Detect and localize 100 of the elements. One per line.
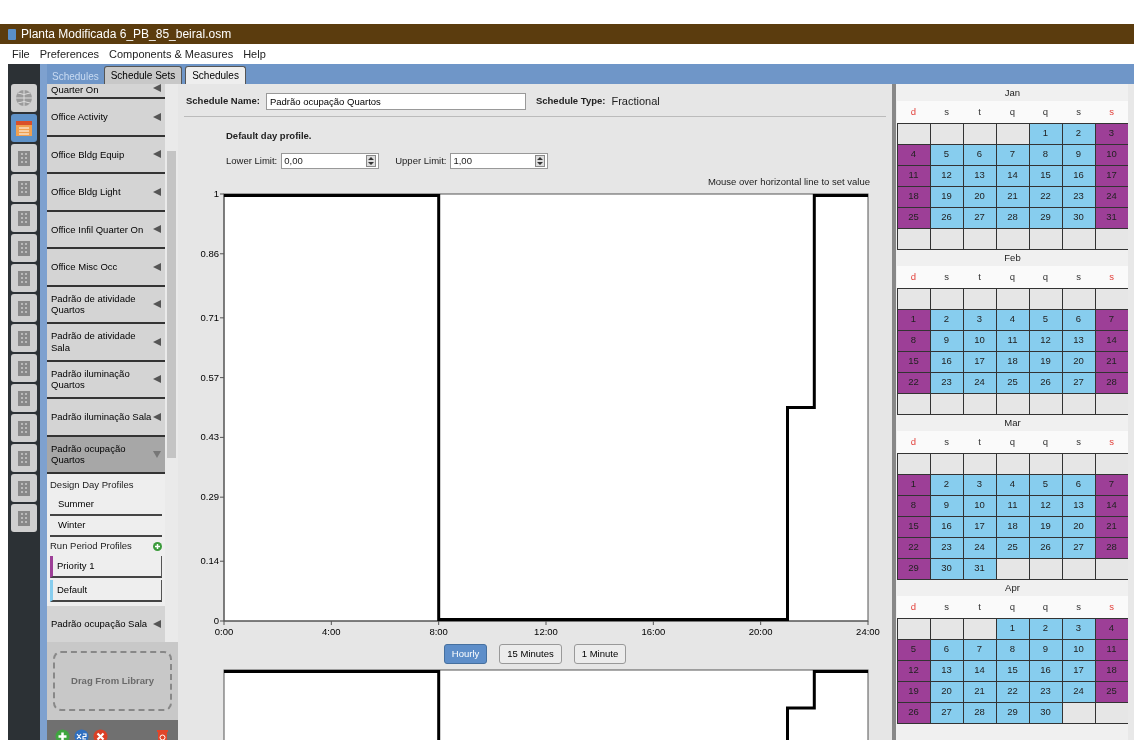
section-title: Design Day Profiles xyxy=(50,478,135,493)
upper-limit-field[interactable]: 1,00 xyxy=(450,153,549,170)
section-title: Run Period Profiles xyxy=(50,539,132,554)
weekday-label: t xyxy=(977,105,982,119)
resolution-button[interactable]: 15 Minutes xyxy=(499,643,562,664)
building-icon xyxy=(15,419,33,437)
weekday-label: s xyxy=(1108,270,1115,284)
weekday-label: t xyxy=(977,600,982,614)
schedule-name-field[interactable]: Padrão ocupação Quartos xyxy=(265,93,526,110)
schedule-item[interactable]: Padrão ocupação Sala xyxy=(47,606,165,642)
building-icon xyxy=(15,179,33,197)
building-icon xyxy=(15,209,33,227)
sidebar-tab[interactable] xyxy=(11,474,37,502)
weekday-label: s xyxy=(1075,270,1082,284)
sidebar-tab[interactable] xyxy=(11,324,37,352)
schedule-item[interactable]: Office Bldg Light xyxy=(47,174,165,212)
sidebar-tab[interactable] xyxy=(11,174,37,202)
menu-item[interactable]: Components & Measures xyxy=(109,45,234,63)
scrollbar[interactable] xyxy=(165,84,178,642)
schedule-item[interactable]: Office Misc Occ xyxy=(47,249,165,287)
scrollbar[interactable] xyxy=(1128,84,1134,740)
y-tick-label: 0.14 xyxy=(200,554,219,566)
weekday-label: q xyxy=(1041,270,1050,284)
remove-button[interactable] xyxy=(93,728,108,740)
sidebar-tab[interactable] xyxy=(11,204,37,232)
lower-limit-field[interactable]: 0,00 xyxy=(281,153,380,170)
building-icon xyxy=(15,359,33,377)
sidebar-tab[interactable] xyxy=(11,144,37,172)
copy-button[interactable] xyxy=(74,728,89,740)
weekday-label: d xyxy=(909,600,918,614)
x-tick-label: 0:00 xyxy=(214,625,234,637)
schedule-item[interactable]: Office Activity xyxy=(47,99,165,137)
sidebar-tab[interactable] xyxy=(11,294,37,322)
weekday-label: q xyxy=(1041,600,1050,614)
add-icon xyxy=(55,728,70,740)
weekday-label: d xyxy=(909,105,918,119)
x-tick-label: 12:00 xyxy=(534,625,558,637)
sidebar-tab[interactable] xyxy=(11,354,37,382)
menu-item[interactable]: Help xyxy=(243,45,266,63)
sidebar-tab[interactable] xyxy=(11,114,37,142)
building-icon xyxy=(15,329,33,347)
schedule-item[interactable]: Padrão de atividade Sala xyxy=(47,324,165,362)
sidebar-tab[interactable] xyxy=(11,414,37,442)
menu-item[interactable]: Preferences xyxy=(39,45,100,63)
schedule-type-value: Fractional xyxy=(611,94,660,110)
weekday-label: d xyxy=(909,435,918,449)
resolution-button[interactable]: 1 Minute xyxy=(573,643,627,664)
month-name: Jan xyxy=(1003,86,1022,100)
trash-button[interactable] xyxy=(155,728,170,740)
y-tick-label: 0.71 xyxy=(200,311,219,323)
trash-icon xyxy=(155,728,170,740)
hint-text: Mouse over horizontal line to set value xyxy=(706,175,871,190)
building-icon xyxy=(15,479,33,497)
calendar-icon xyxy=(15,119,33,137)
schedule-item[interactable]: Quarter On xyxy=(47,84,165,99)
weekday-label: s xyxy=(1108,435,1115,449)
y-tick-label: 0.29 xyxy=(200,490,219,502)
weekday-label: s xyxy=(943,600,950,614)
month-name: Mar xyxy=(1003,416,1022,430)
y-tick-label: 0.43 xyxy=(200,430,219,442)
x-tick-label: 4:00 xyxy=(322,625,341,637)
sidebar-tab[interactable] xyxy=(11,444,37,472)
weekday-label: s xyxy=(1075,105,1082,119)
menu-item[interactable]: File xyxy=(12,45,30,63)
profile-title: Default day profile. xyxy=(225,129,313,143)
tab[interactable]: Schedules xyxy=(185,66,246,84)
x-tick-label: 16:00 xyxy=(641,625,666,637)
schedule-item[interactable]: Padrão iluminação Quartos xyxy=(47,361,165,399)
schedule-item[interactable]: Padrão iluminação Sala xyxy=(47,399,165,437)
schedule-item[interactable]: Padrão de atividade Quartos xyxy=(47,286,165,324)
weekday-label: s xyxy=(1108,105,1115,119)
schedule-item[interactable]: Office Infil Quarter On xyxy=(47,211,165,249)
sidebar-tab[interactable] xyxy=(11,234,37,262)
schedule-item[interactable]: Padrão ocupação Quartos xyxy=(47,436,165,474)
sidebar-tab[interactable] xyxy=(11,504,37,532)
building-icon xyxy=(15,389,33,407)
add-button[interactable] xyxy=(55,728,70,740)
y-tick-label: 1 xyxy=(213,189,219,199)
globe-icon xyxy=(15,89,33,107)
profile-item[interactable]: Priority 1 xyxy=(50,556,162,578)
profile-item[interactable]: Default xyxy=(50,580,162,602)
weekday-label: d xyxy=(909,270,918,284)
y-tick-label: 0 xyxy=(213,614,219,626)
sidebar-tab[interactable] xyxy=(11,384,37,412)
weekday-label: s xyxy=(1108,600,1115,614)
sidebar-tab[interactable] xyxy=(11,264,37,292)
profile-line[interactable] xyxy=(224,193,868,621)
spin-arrows-icon xyxy=(366,155,377,168)
schedule-item[interactable]: Office Bldg Equip xyxy=(47,136,165,174)
field-label: Lower Limit: xyxy=(226,154,278,169)
building-icon xyxy=(15,449,33,467)
field-label: Schedule Type: xyxy=(535,94,606,109)
app-icon xyxy=(8,28,16,40)
tab-caption: Schedules xyxy=(51,70,100,84)
building-icon xyxy=(15,149,33,167)
sidebar-tab[interactable] xyxy=(11,84,37,112)
weekday-label: q xyxy=(1041,435,1050,449)
weekday-label: t xyxy=(977,270,982,284)
tab[interactable]: Schedule Sets xyxy=(103,66,183,84)
weekday-label: q xyxy=(1041,105,1050,119)
